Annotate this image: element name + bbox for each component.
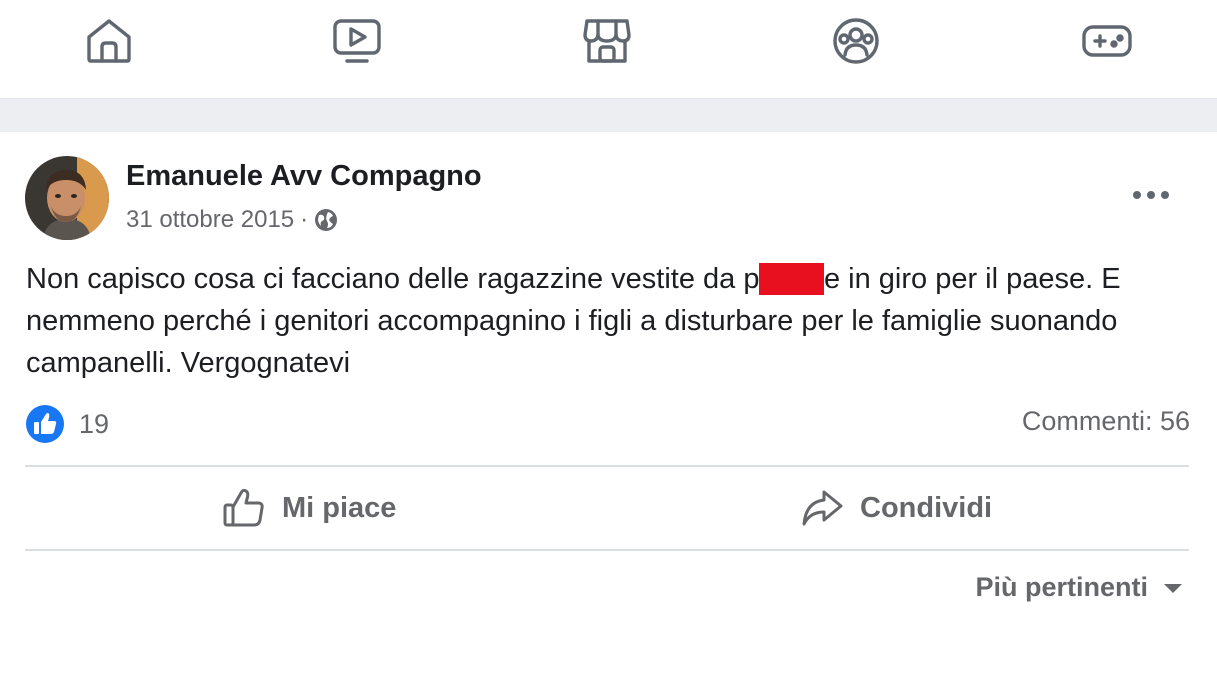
redacted-word: uttan — [759, 263, 824, 295]
comments-count[interactable]: Commenti: 56 — [1022, 406, 1190, 437]
post-meta: 31 ottobre 2015 · — [126, 206, 338, 234]
nav-home[interactable] — [82, 16, 136, 66]
comment-sort-dropdown[interactable]: Più pertinenti — [975, 572, 1184, 603]
like-count: 19 — [79, 408, 110, 439]
marketplace-icon — [583, 19, 631, 63]
like-reaction-icon — [26, 405, 64, 443]
post-text: Non capisco cosa ci facciano delle ragaz… — [26, 258, 1201, 384]
caret-down-icon — [1164, 583, 1182, 593]
share-button-label: Condividi — [860, 491, 993, 524]
avatar-image — [25, 156, 109, 240]
share-icon — [802, 490, 843, 526]
nav-video[interactable] — [330, 16, 384, 66]
home-icon — [87, 19, 131, 63]
groups-icon — [833, 18, 879, 64]
like-button-label: Mi piace — [282, 491, 397, 524]
gaming-icon — [1082, 25, 1132, 57]
meta-separator: · — [300, 206, 309, 233]
like-button[interactable]: Mi piace — [222, 486, 396, 530]
sort-label: Più pertinenti — [975, 572, 1148, 602]
post-text-part1: Non capisco cosa ci facciano delle ragaz… — [26, 263, 760, 295]
top-navigation-bar — [0, 0, 1217, 99]
video-icon — [333, 19, 381, 63]
nav-gaming[interactable] — [1080, 16, 1134, 66]
nav-marketplace[interactable] — [580, 16, 634, 66]
post-card: Emanuele Avv Compagno 31 ottobre 2015 · … — [0, 132, 1217, 694]
more-options-button[interactable] — [1128, 180, 1174, 210]
more-horizontal-icon — [1133, 191, 1169, 199]
post-date[interactable]: 31 ottobre 2015 — [126, 206, 294, 234]
post-author-name[interactable]: Emanuele Avv Compagno — [126, 160, 482, 193]
share-button[interactable]: Condividi — [800, 486, 992, 530]
feed-separator — [0, 99, 1217, 132]
reactions-summary[interactable]: 19 — [25, 404, 109, 444]
nav-groups[interactable] — [829, 16, 883, 66]
avatar[interactable] — [25, 156, 109, 240]
divider-bottom — [25, 549, 1189, 551]
divider-top — [25, 465, 1189, 467]
thumbs-up-icon — [223, 488, 264, 527]
globe-icon — [315, 209, 338, 231]
